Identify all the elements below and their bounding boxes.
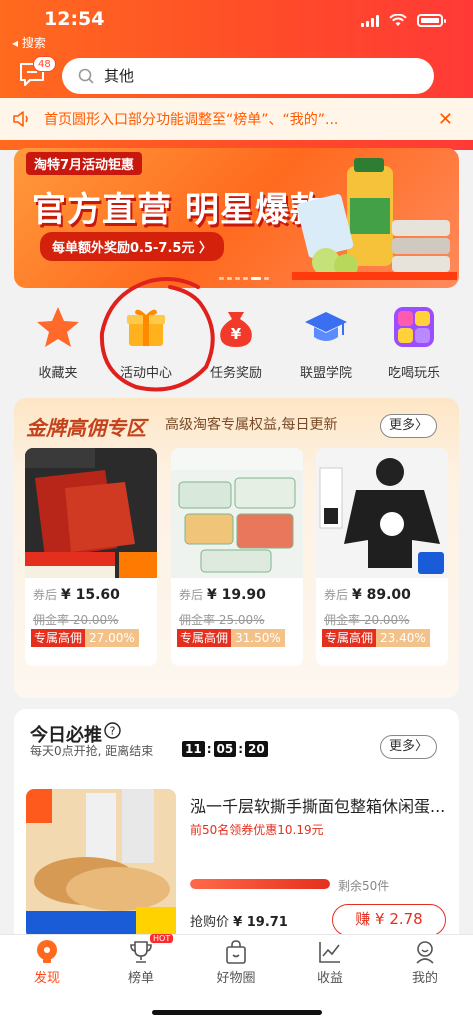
apps-icon — [394, 307, 434, 347]
tab-label: 收益 — [316, 971, 343, 986]
tab-income[interactable]: 收益 — [290, 939, 370, 986]
banner-tag: 淘特7月活动钜惠 — [26, 152, 143, 175]
notice-bar[interactable]: 首页圆形入口部分功能调整至“榜单”、“我的”... ✕ — [0, 98, 473, 140]
quick-menu-food-fun[interactable]: 吃喝玩乐 — [374, 300, 454, 381]
tab-label: 榜单 — [127, 971, 154, 986]
status-icons — [361, 14, 446, 27]
section-subtitle: 高级淘客专属权益,每日更新 — [165, 417, 338, 433]
today-recommend-section: 今日必推 ? 每天0点开抢, 距离结束 11: 05: 20 更多〉 泓一千层软… — [14, 709, 459, 949]
search-icon — [78, 68, 94, 84]
tab-label: 发现 — [33, 971, 60, 986]
product-card[interactable]: 券后 ¥ 89.00 佣金率 20.00% 专属高佣 23.40% — [316, 448, 448, 666]
hand-drawn-circle-annotation — [99, 277, 215, 392]
product-commission-rate: 专属高佣 31.50% — [177, 629, 285, 647]
more-button[interactable]: 更多〉 — [380, 735, 438, 759]
search-bar[interactable] — [62, 58, 434, 94]
income-chart-icon — [319, 942, 340, 963]
product-old-rate: 佣金率 20.00% — [33, 613, 119, 627]
profile-icon — [416, 941, 434, 964]
status-bar: 12:54 ◂ 搜索 — [0, 0, 473, 50]
product-price-label: 券后 ¥ 19.90 — [179, 587, 266, 603]
quick-menu: 收藏夹 活动中心 ¥ 任务奖励 联盟学院 吃喝玩乐 — [0, 300, 473, 390]
tab-discover[interactable]: 发现 — [7, 939, 87, 986]
tab-good-things[interactable]: 好物圈 — [196, 939, 276, 986]
product-commission-rate: 专属高佣 27.00% — [31, 629, 139, 647]
product-card[interactable]: 券后 ¥ 15.60 佣金率 20.00% 专属高佣 27.00% — [25, 448, 157, 666]
gold-commission-section: 金牌高佣专区 高级淘客专属权益,每日更新 更多〉 券后 ¥ 15.60 佣金率 2… — [14, 398, 459, 698]
banner-title: 官方直营 明星爆款 — [32, 190, 325, 230]
product-old-rate: 佣金率 20.00% — [324, 613, 410, 627]
wifi-icon — [389, 14, 407, 26]
notice-text: 首页圆形入口部分功能调整至“榜单”、“我的”... — [44, 112, 339, 128]
product-old-rate: 佣金率 25.00% — [179, 613, 265, 627]
product-price-label: 券后 ¥ 15.60 — [33, 587, 120, 603]
money-bag-icon: ¥ — [220, 312, 252, 347]
quick-menu-label: 吃喝玩乐 — [387, 366, 440, 381]
trophy-icon — [130, 941, 152, 963]
status-time: 12:54 — [44, 8, 105, 30]
quick-menu-favorites[interactable]: 收藏夹 — [18, 300, 98, 381]
banner-subtitle: 每单额外奖励0.5-7.5元 〉 — [40, 232, 224, 261]
speaker-icon — [13, 111, 28, 127]
quick-menu-alliance-academy[interactable]: 联盟学院 — [286, 300, 366, 381]
home-indicator — [152, 1010, 322, 1015]
tab-mine[interactable]: 我的 — [385, 939, 465, 986]
deal-coupon: 前50名领券优惠10.19元 — [190, 823, 324, 837]
banner-products-image — [292, 158, 457, 280]
product-price-label: 券后 ¥ 89.00 — [324, 587, 411, 603]
shopping-bag-icon — [226, 940, 246, 964]
quick-menu-label: 收藏夹 — [38, 366, 78, 381]
search-input[interactable] — [104, 67, 404, 85]
deal-product-image[interactable] — [26, 789, 176, 939]
svg-text:?: ? — [110, 725, 116, 738]
countdown-caption: 每天0点开抢, 距离结束 — [30, 744, 154, 758]
tab-ranking[interactable]: 榜单 — [101, 939, 181, 986]
banner-pagination — [219, 277, 269, 280]
svg-text:¥: ¥ — [231, 325, 242, 343]
back-to-search-link[interactable]: ◂ 搜索 — [12, 34, 46, 51]
tab-label: 好物圈 — [216, 971, 256, 986]
section-title: 金牌高佣专区 — [26, 416, 146, 440]
promo-banner[interactable]: 淘特7月活动钜惠 官方直营 明星爆款 每单额外奖励0.5-7.5元 〉 — [14, 148, 459, 288]
help-icon[interactable]: ? — [104, 722, 121, 739]
earn-button[interactable]: 赚 ¥ 2.78 — [332, 904, 446, 936]
close-icon[interactable]: ✕ — [438, 109, 453, 130]
product-commission-rate: 专属高佣 23.40% — [322, 629, 430, 647]
quick-menu-label: 联盟学院 — [299, 366, 352, 381]
star-icon — [37, 307, 79, 347]
product-card[interactable]: 券后 ¥ 19.90 佣金率 25.00% 专属高佣 31.50% — [171, 448, 303, 666]
product-image — [171, 448, 303, 578]
discover-icon — [37, 940, 57, 963]
battery-icon — [417, 14, 446, 27]
deal-title[interactable]: 泓一千层软撕手撕面包整箱休闲蛋... — [190, 793, 452, 817]
message-count-badge: 48 — [33, 56, 56, 72]
countdown-timer: 11: 05: 20 — [182, 741, 268, 757]
hot-badge: HOT — [150, 934, 174, 943]
more-button[interactable]: 更多〉 — [380, 414, 438, 438]
deal-price: 抢购价 ¥ 19.71 — [190, 915, 288, 930]
stock-remaining: 剩余50件 — [338, 879, 390, 893]
graduation-cap-icon — [305, 312, 347, 341]
product-image — [316, 448, 448, 578]
tab-label: 我的 — [411, 971, 438, 986]
stock-progress-bar — [190, 879, 330, 889]
signal-icon — [361, 14, 379, 27]
product-image — [25, 448, 157, 578]
